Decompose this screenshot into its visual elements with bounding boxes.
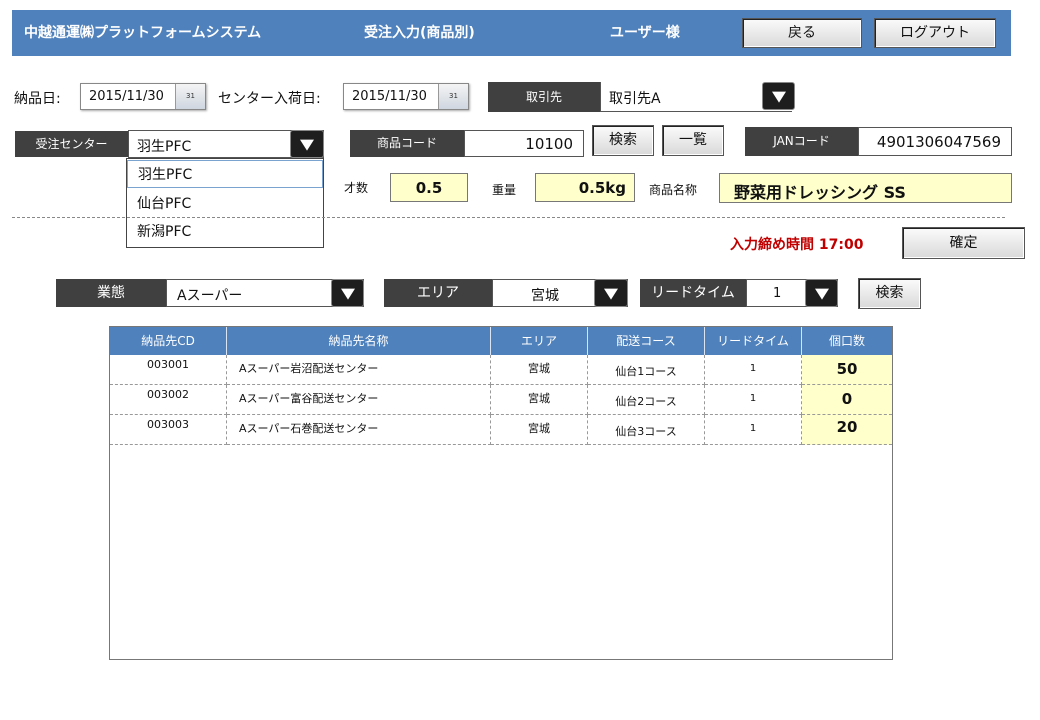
size-field: 0.5 [390, 173, 468, 202]
input-deadline-text: 入力締め時間 17:00 [730, 237, 864, 253]
product-code-input[interactable]: 10100 [464, 130, 584, 157]
product-name-value: 野菜用ドレッシング SS [734, 183, 906, 202]
calendar-icon[interactable]: 31 [438, 84, 468, 109]
delivery-date-value: 2015/11/30 [89, 89, 164, 104]
center-arrival-date-field[interactable]: 2015/11/30 31 [343, 83, 469, 110]
col-header-lead: リードタイム [705, 327, 802, 355]
partner-label: 取引先 [488, 82, 600, 112]
order-center-label: 受注センター [15, 131, 128, 157]
table-cell-cd: 003002 [110, 385, 227, 415]
jan-code-field: 4901306047569 [858, 127, 1012, 156]
area-value: 宮城 [531, 288, 559, 304]
product-code-label: 商品コード [350, 130, 464, 157]
table-cell-name: Aスーパー岩沼配送センター [227, 355, 491, 385]
partner-value: 取引先A [609, 91, 661, 107]
table-cell-area: 宮城 [491, 415, 588, 445]
col-header-name: 納品先名称 [227, 327, 491, 355]
divider [12, 217, 1005, 218]
size-value: 0.5 [415, 179, 443, 197]
table-cell-qty[interactable]: 50 [802, 355, 892, 385]
table-cell-course: 仙台2コース [588, 385, 705, 415]
product-list-button[interactable]: 一覧 [662, 125, 724, 156]
table-cell-name: Aスーパー石巻配送センター [227, 415, 491, 445]
business-type-dropdown-icon[interactable] [331, 279, 364, 307]
weight-field: 0.5kg [535, 173, 635, 202]
table-cell-cd: 003001 [110, 355, 227, 385]
business-type-label: 業態 [56, 279, 166, 307]
area-label: エリア [384, 279, 492, 307]
jan-code-value: 4901306047569 [876, 133, 1001, 151]
table-cell-course: 仙台1コース [588, 355, 705, 385]
back-button[interactable]: 戻る [742, 18, 862, 48]
table-cell-course: 仙台3コース [588, 415, 705, 445]
col-header-cd: 納品先CD [110, 327, 227, 355]
filter-search-button[interactable]: 検索 [858, 278, 921, 309]
order-center-value: 羽生PFC [137, 139, 192, 155]
order-center-dropdown-list: 羽生PFC 仙台PFC 新潟PFC [126, 158, 324, 248]
business-type-value: Aスーパー [177, 288, 243, 304]
product-name-label: 商品名称 [649, 183, 698, 197]
table-cell-cd: 003003 [110, 415, 227, 445]
dropdown-option-hanyu[interactable]: 羽生PFC [127, 160, 323, 188]
col-header-area: エリア [491, 327, 588, 355]
confirm-button[interactable]: 確定 [902, 227, 1025, 259]
delivery-destination-table: 納品先CD 納品先名称 エリア 配送コース リードタイム 個口数 003001 … [109, 326, 893, 660]
size-label: 才数 [344, 181, 369, 195]
weight-value: 0.5kg [578, 179, 626, 197]
table-cell-lead: 1 [705, 385, 802, 415]
order-center-dropdown-icon[interactable] [290, 130, 324, 158]
table-cell-qty[interactable]: 0 [802, 385, 892, 415]
user-name: ユーザー様 [610, 25, 680, 41]
table-cell-area: 宮城 [491, 355, 588, 385]
table-cell-area: 宮城 [491, 385, 588, 415]
header-bar: 中越通運㈱プラットフォームシステム 受注入力(商品別) ユーザー様 戻る ログア… [12, 10, 1011, 56]
logout-button[interactable]: ログアウト [874, 18, 996, 48]
dropdown-option-niigata[interactable]: 新潟PFC [127, 218, 323, 246]
product-name-field: 野菜用ドレッシング SS [719, 173, 1012, 203]
product-code-value: 10100 [525, 135, 573, 153]
table-cell-lead: 1 [705, 355, 802, 385]
jan-code-label: JANコード [745, 127, 858, 156]
lead-time-dropdown-icon[interactable] [805, 279, 838, 307]
col-header-qty: 個口数 [802, 327, 892, 355]
calendar-icon[interactable]: 31 [175, 84, 205, 109]
screen-title: 受注入力(商品別) [364, 25, 475, 41]
lead-time-value: 1 [773, 286, 782, 301]
weight-label: 重量 [492, 183, 517, 197]
area-dropdown-icon[interactable] [594, 279, 628, 307]
table-cell-name: Aスーパー富谷配送センター [227, 385, 491, 415]
dropdown-option-sendai[interactable]: 仙台PFC [127, 190, 323, 218]
center-arrival-date-value: 2015/11/30 [352, 89, 427, 104]
col-header-course: 配送コース [588, 327, 705, 355]
product-search-button[interactable]: 検索 [592, 125, 654, 156]
partner-dropdown-icon[interactable] [762, 82, 795, 110]
table-cell-lead: 1 [705, 415, 802, 445]
delivery-date-label: 納品日: [14, 91, 61, 107]
lead-time-label: リードタイム [640, 279, 746, 307]
center-arrival-label: センター入荷日: [218, 91, 321, 107]
system-name: 中越通運㈱プラットフォームシステム [24, 25, 262, 41]
table-cell-qty[interactable]: 20 [802, 415, 892, 445]
delivery-date-field[interactable]: 2015/11/30 31 [80, 83, 206, 110]
